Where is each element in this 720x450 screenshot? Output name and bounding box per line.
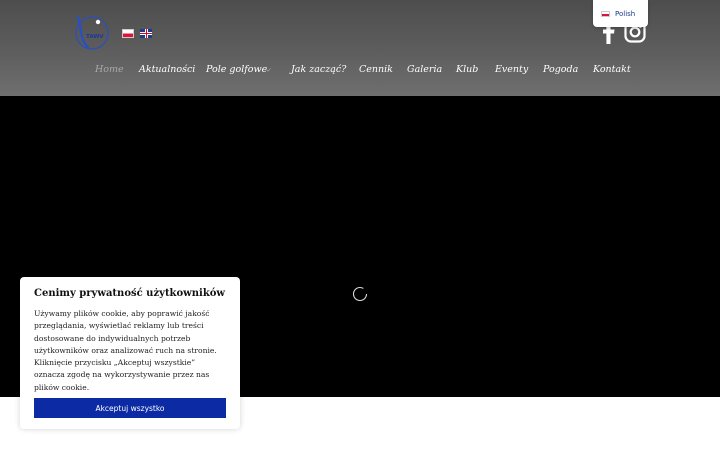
cookie-title: Cenimy prywatność użytkowników — [34, 288, 226, 299]
language-dropdown-label: Polish — [615, 9, 636, 18]
nav-item-pole-golfowe[interactable]: Pole golfowe — [206, 64, 267, 76]
language-flags — [122, 29, 152, 38]
chevron-down-icon — [265, 68, 271, 72]
main-nav: Home Aktualności Pole golfowe Jak zacząć… — [0, 64, 720, 78]
nav-item-home[interactable]: Home — [95, 64, 124, 76]
site-header: TAWV Polish Home Aktualności Pole golfow… — [0, 0, 720, 96]
nav-item-pogoda[interactable]: Pogoda — [543, 64, 578, 76]
nav-item-cennik[interactable]: Cennik — [359, 64, 393, 76]
logo-icon[interactable]: TAWV — [72, 13, 110, 51]
cookie-consent-banner: Cenimy prywatność użytkowników Używamy p… — [20, 277, 240, 429]
flag-pl-icon[interactable] — [122, 29, 134, 38]
language-dropdown[interactable]: Polish — [593, 0, 648, 27]
flag-pl-icon — [601, 10, 610, 17]
nav-item-eventy[interactable]: Eventy — [495, 64, 528, 76]
nav-item-aktualnosci[interactable]: Aktualności — [139, 64, 195, 76]
nav-item-galeria[interactable]: Galeria — [407, 64, 442, 76]
cookie-text: Używamy plików cookie, aby poprawić jako… — [34, 309, 217, 392]
nav-item-klub[interactable]: Klub — [456, 64, 478, 76]
accept-all-button[interactable]: Akceptuj wszystko — [34, 398, 226, 418]
svg-text:TAWV: TAWV — [86, 34, 104, 40]
nav-item-kontakt[interactable]: Kontakt — [593, 64, 631, 76]
flag-en-icon[interactable] — [140, 29, 152, 38]
nav-item-jak-zaczac[interactable]: Jak zacząć? — [291, 64, 346, 76]
spinner-icon — [352, 286, 368, 302]
page: TAWV Polish Home Aktualności Pole golfow… — [0, 0, 720, 450]
